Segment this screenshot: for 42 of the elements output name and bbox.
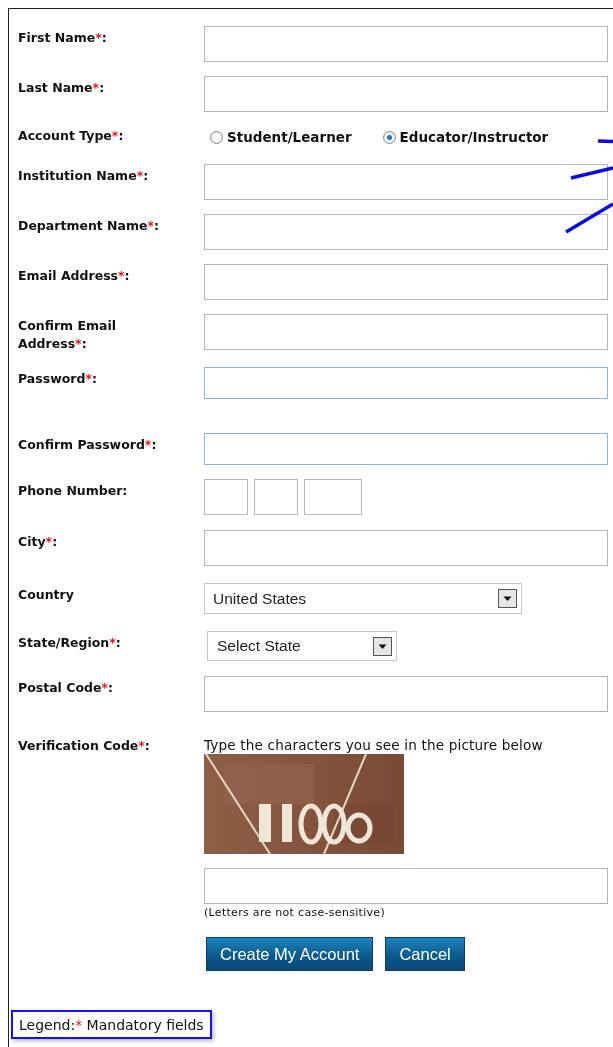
text-field[interactable]	[204, 264, 608, 300]
field-label: First Name*:	[18, 29, 108, 47]
text-field[interactable]	[204, 314, 608, 350]
legend-text: Legend:* Mandatory fields	[11, 1010, 212, 1039]
phone-field[interactable]	[254, 479, 298, 515]
text-field[interactable]	[204, 433, 608, 465]
field-label: Password*:	[18, 370, 98, 388]
field-label: Postal Code*:	[18, 679, 114, 697]
radio-button[interactable]	[382, 130, 396, 144]
field-label: Confirm Email Address*:	[18, 317, 118, 353]
text-field[interactable]	[204, 367, 608, 399]
field-label: Department Name*:	[18, 217, 161, 235]
field-label: Account Type*:	[18, 127, 125, 145]
form-button[interactable]: Create My Account	[206, 937, 374, 971]
field-label: Confirm Password*:	[18, 436, 158, 454]
field-label: Last Name*:	[18, 79, 106, 97]
text-field[interactable]	[204, 676, 608, 712]
form-button[interactable]: Cancel	[385, 937, 465, 971]
instruction-text: Type the characters you see in the picture below	[204, 736, 544, 754]
field-label: Institution Name*:	[18, 167, 150, 185]
text-field[interactable]	[204, 214, 608, 250]
verification-field[interactable]	[204, 868, 608, 904]
hint-text: (Letters are not case-sensitive)	[204, 906, 386, 919]
caret-icon	[498, 589, 517, 608]
text-field[interactable]	[204, 530, 608, 566]
field-label: State/Region*:	[18, 634, 122, 652]
radio-button[interactable]	[210, 130, 223, 144]
dropdown[interactable]: United States	[204, 583, 522, 614]
field-label: Country	[18, 586, 75, 604]
caret-icon	[373, 636, 392, 656]
text-field[interactable]	[204, 164, 608, 200]
radio-label[interactable]: Educator/Instructor	[399, 129, 549, 145]
field-label: City*:	[18, 533, 59, 551]
dropdown[interactable]: Select State	[207, 631, 397, 661]
phone-field[interactable]	[204, 479, 248, 515]
field-label: Email Address*:	[18, 267, 131, 285]
text-field[interactable]	[204, 76, 608, 112]
field-label: Phone Number:	[18, 482, 129, 500]
field-label: Verification Code*:	[18, 737, 151, 755]
radio-label[interactable]: Student/Learner	[227, 129, 352, 145]
text-field[interactable]	[204, 26, 608, 62]
phone-field[interactable]	[304, 479, 362, 515]
